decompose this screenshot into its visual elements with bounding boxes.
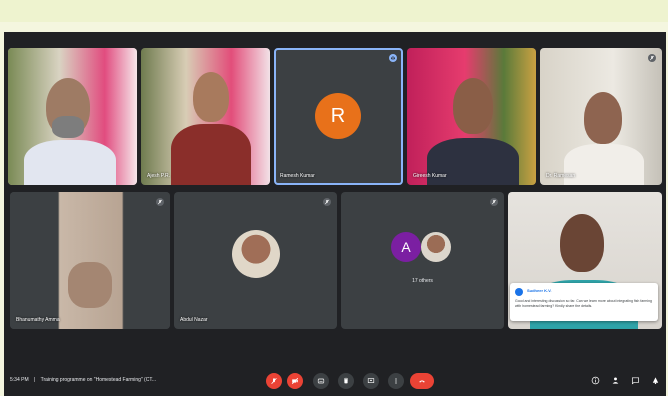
tile-6-background: [10, 192, 170, 329]
hang-up-icon: [419, 380, 425, 383]
mic-off-icon: [490, 198, 498, 206]
mic-off-icon: [271, 377, 277, 385]
mic-off-icon: [648, 54, 656, 62]
participant-name: Ajesh P.R.: [147, 173, 170, 179]
participant-beard: [52, 116, 84, 138]
chat-button[interactable]: [630, 375, 640, 385]
camera-toggle-button[interactable]: [287, 373, 303, 389]
captions-button[interactable]: [313, 373, 329, 389]
participant-shirt: [24, 140, 116, 185]
chat-message-text: Good and interesting discussion so far. …: [515, 299, 652, 308]
participant-photo-avatar: [232, 230, 280, 278]
info-icon: [591, 376, 599, 384]
participant-tile-3[interactable]: R Ramesh Kumar: [274, 48, 403, 185]
leave-call-button[interactable]: [410, 373, 434, 389]
more-vert-icon: [395, 378, 397, 384]
others-count-label: 17 others: [412, 278, 433, 284]
present-screen-icon: [367, 378, 375, 383]
activities-icon: [652, 376, 658, 384]
meeting-control-bar: 5:34 PM | Training programme on "Homeste…: [4, 366, 666, 396]
participant-shirt: [564, 144, 644, 185]
speaking-indicator-icon: [389, 54, 397, 62]
others-tile[interactable]: A 17 others: [341, 192, 504, 329]
mic-off-icon: [323, 198, 331, 206]
participant-tile-4[interactable]: Gireesh Kumar: [407, 48, 536, 185]
others-avatar-photo: [421, 232, 451, 262]
right-panel-icons: [590, 375, 660, 385]
video-meeting-window: Ajesh P.R. R Ramesh Kumar Gireesh Kumar: [4, 32, 666, 396]
camera-off-icon: [291, 377, 299, 385]
present-screen-button[interactable]: [363, 373, 379, 389]
participant-hand: [68, 262, 112, 308]
meeting-title: Training programme on "Homestead Farming…: [40, 377, 156, 383]
participant-tile-7[interactable]: Abdul Nazar: [174, 192, 337, 329]
participant-name: Dr. Ramesan: [546, 173, 576, 179]
raise-hand-button[interactable]: [338, 373, 354, 389]
people-icon: [612, 376, 618, 384]
participant-avatar: R: [315, 93, 361, 139]
captions-icon: [317, 378, 325, 384]
chat-icon: [631, 376, 639, 384]
avatar-letter: A: [401, 239, 411, 255]
meeting-info-separator: |: [34, 377, 36, 383]
mic-off-icon: [156, 198, 164, 206]
participant-tile-2[interactable]: Ajesh P.R.: [141, 48, 270, 185]
participant-name: Abdul Nazar: [180, 317, 208, 323]
participant-name: Bhanumathy Amma: [16, 317, 60, 323]
participant-face: [193, 72, 229, 122]
meeting-details-button[interactable]: [590, 375, 600, 385]
chat-notification[interactable]: Sudheer K.V. Good and interesting discus…: [510, 283, 658, 321]
raise-hand-icon: [344, 377, 348, 384]
participant-face: [560, 214, 604, 272]
participant-tile-1[interactable]: [8, 48, 137, 185]
participant-face: [584, 92, 622, 144]
others-avatar-letter: A: [391, 232, 421, 262]
meeting-time: 5:34 PM: [10, 377, 29, 383]
people-button[interactable]: [610, 375, 620, 385]
participant-tile-6[interactable]: Bhanumathy Amma: [10, 192, 170, 329]
participant-tile-5[interactable]: Dr. Ramesan: [540, 48, 662, 185]
avatar-letter: R: [330, 104, 346, 127]
participant-name: Gireesh Kumar: [413, 173, 447, 179]
mic-toggle-button[interactable]: [266, 373, 282, 389]
participant-name: Ramesh Kumar: [280, 173, 315, 179]
more-options-button[interactable]: [388, 373, 404, 389]
meeting-info: 5:34 PM | Training programme on "Homeste…: [10, 377, 156, 383]
participant-shirt: [171, 124, 251, 185]
participant-face: [453, 78, 493, 134]
activities-button[interactable]: [650, 375, 660, 385]
chat-sender-name: Sudheer K.V.: [527, 288, 552, 293]
page-top-band: [0, 0, 668, 22]
chat-sender-avatar: [515, 288, 523, 296]
screenshot-frame: Ajesh P.R. R Ramesh Kumar Gireesh Kumar: [0, 0, 668, 396]
